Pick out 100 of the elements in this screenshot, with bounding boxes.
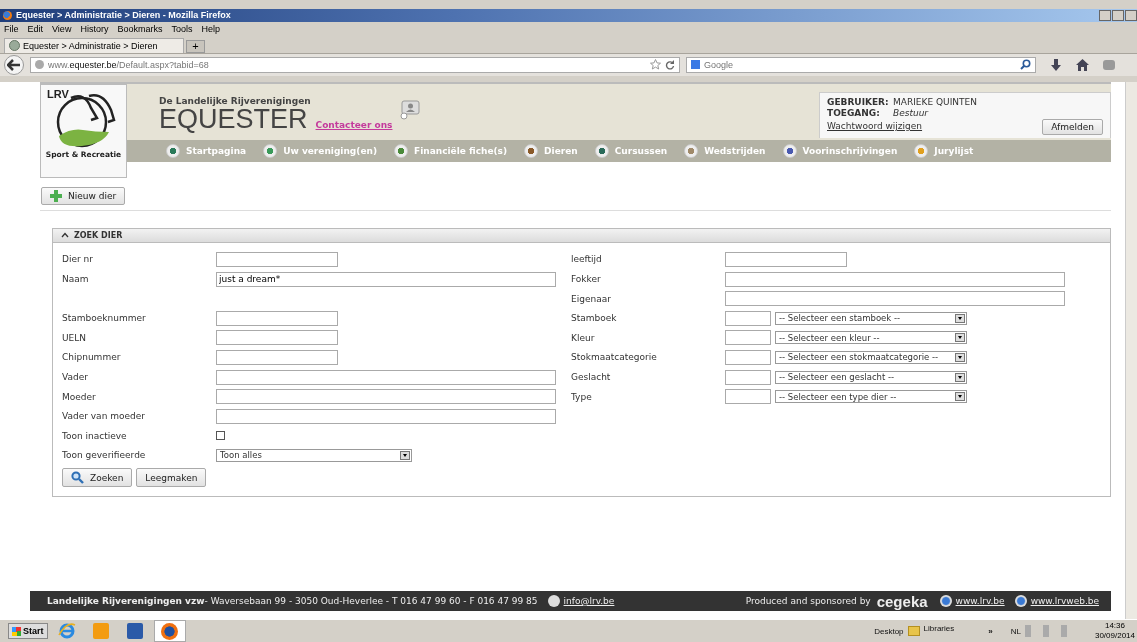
input-field[interactable] bbox=[216, 349, 338, 365]
field-label: Chipnummer bbox=[62, 352, 122, 363]
dropdown[interactable]: -- Selecteer een type dier -- bbox=[775, 390, 967, 404]
minimize-button[interactable] bbox=[1099, 9, 1111, 21]
logout-button[interactable]: Afmelden bbox=[1042, 118, 1103, 135]
input-field[interactable] bbox=[725, 252, 847, 267]
firefox-icon bbox=[3, 10, 12, 20]
address-bar[interactable]: www.equester.be/Default.aspx?tabid=68 bbox=[30, 56, 680, 73]
field-label: Fokker bbox=[571, 274, 602, 285]
menu-item[interactable]: History bbox=[80, 23, 109, 35]
code-input-field[interactable] bbox=[725, 369, 771, 385]
dropdown[interactable]: -- Selecteer een geslacht -- bbox=[775, 370, 967, 384]
more-button[interactable]: » bbox=[988, 626, 993, 636]
field-label: Toon geverifieerde bbox=[62, 450, 147, 461]
favicon-icon bbox=[9, 40, 20, 52]
search-field[interactable]: Google bbox=[686, 56, 1036, 73]
input-field[interactable] bbox=[725, 271, 1065, 287]
back-button[interactable] bbox=[4, 54, 24, 75]
field-label: Type bbox=[571, 391, 593, 402]
field-label: Stokmaatcategorie bbox=[571, 352, 658, 363]
code-input-field[interactable] bbox=[725, 330, 771, 346]
dropdown[interactable]: -- Selecteer een stamboek -- bbox=[775, 311, 967, 325]
code-input-field[interactable] bbox=[725, 310, 771, 326]
code-input-field[interactable] bbox=[725, 389, 771, 405]
website-link[interactable]: www.lrv.be bbox=[955, 596, 1005, 606]
input-field[interactable] bbox=[216, 389, 556, 405]
new-animal-button[interactable]: Nieuw dier bbox=[41, 186, 126, 205]
reload-icon[interactable] bbox=[665, 59, 675, 70]
libraries-link[interactable]: Libraries bbox=[923, 623, 955, 633]
email-link[interactable]: info@lrv.be bbox=[563, 596, 615, 606]
input-field[interactable] bbox=[216, 252, 338, 267]
website-link[interactable]: www.lrvweb.be bbox=[1030, 596, 1099, 606]
access-label: TOEGANG: bbox=[827, 107, 881, 119]
window-title: Equester > Administratie > Dieren - Mozilla Firefox bbox=[16, 10, 231, 21]
change-password-link[interactable]: Wachtwoord wijzigen bbox=[827, 121, 923, 133]
panel-header[interactable]: ZOEK DIER bbox=[53, 228, 1110, 243]
logo-title: LRV bbox=[47, 87, 69, 100]
field-label: Vader van moeder bbox=[62, 411, 146, 422]
sponsor-logo: cegeka bbox=[876, 592, 928, 610]
checkbox[interactable] bbox=[216, 431, 225, 441]
user-name: MARIEKE QUINTEN bbox=[893, 96, 977, 108]
search-button[interactable]: Zoeken bbox=[62, 468, 133, 488]
organization-name: De Landelijke Rijverenigingen bbox=[159, 95, 312, 106]
field-label: Stamboek bbox=[571, 313, 618, 324]
google-icon bbox=[691, 60, 700, 70]
field-label: leeftijd bbox=[571, 254, 603, 265]
field-label: Toon inactieve bbox=[62, 430, 128, 441]
dropdown[interactable]: -- Selecteer een stokmaatcategorie -- bbox=[775, 350, 967, 364]
input-field[interactable] bbox=[216, 369, 556, 385]
footer-address: - Waversebaan 99 - 3050 Oud-Heverlee - T 016 47 99 60 - F 016 47 99 85 bbox=[204, 596, 538, 606]
clock-time: 14:36 bbox=[1104, 621, 1125, 631]
firefox-taskbar-icon[interactable] bbox=[153, 620, 186, 642]
caret-icon bbox=[61, 232, 69, 239]
close-button[interactable] bbox=[1125, 9, 1137, 21]
search-icon[interactable] bbox=[1020, 59, 1031, 71]
magnifier-icon bbox=[71, 471, 84, 485]
footer-organization: Landelijke Rijverenigingen vzw bbox=[47, 596, 205, 606]
input-field[interactable]: just a dream* bbox=[216, 271, 556, 287]
input-field[interactable] bbox=[725, 291, 1065, 307]
field-label: Dier nr bbox=[62, 254, 94, 265]
clock-date: 30/09/2014 bbox=[1094, 631, 1135, 641]
menu-item[interactable]: Edit bbox=[27, 23, 44, 35]
download-icon[interactable] bbox=[1050, 58, 1062, 71]
menu-item[interactable]: Bookmarks bbox=[117, 23, 163, 35]
field-label: UELN bbox=[62, 332, 88, 343]
field-label: Kleur bbox=[571, 332, 596, 343]
contact-link[interactable]: Contacteer ons bbox=[315, 119, 393, 130]
menu-item[interactable]: Help bbox=[201, 23, 220, 35]
home-icon[interactable] bbox=[1076, 58, 1089, 71]
desktop-toolbar-label[interactable]: Desktop bbox=[874, 626, 904, 636]
field-label: Stamboeknummer bbox=[62, 313, 147, 324]
user-label: GEBRUIKER: bbox=[827, 96, 887, 108]
menu-item[interactable]: File bbox=[4, 23, 19, 35]
new-tab-button[interactable]: + bbox=[186, 39, 205, 53]
panel-title: ZOEK DIER bbox=[74, 230, 123, 240]
scrollbar[interactable] bbox=[1125, 81, 1137, 619]
windows-logo-icon bbox=[12, 626, 21, 636]
input-field[interactable] bbox=[216, 310, 338, 326]
restore-button[interactable] bbox=[1112, 9, 1124, 21]
code-input-field[interactable] bbox=[725, 349, 771, 365]
dropdown[interactable]: Toon alles bbox=[216, 448, 412, 462]
input-field[interactable] bbox=[216, 408, 556, 424]
start-button[interactable]: Start bbox=[8, 623, 48, 639]
language-indicator[interactable]: NL bbox=[1010, 626, 1021, 636]
field-label: Naam bbox=[62, 274, 90, 285]
field-label: Eigenaar bbox=[571, 293, 612, 304]
app-title: EQUESTER bbox=[159, 105, 308, 132]
menu-item[interactable]: Tools bbox=[171, 23, 193, 35]
contact-person-icon bbox=[400, 99, 421, 120]
clear-button[interactable]: Leegmaken bbox=[136, 468, 207, 488]
folder-icon bbox=[907, 626, 920, 636]
sponsor-text: Produced and sponsored by bbox=[745, 596, 871, 606]
dropdown[interactable]: -- Selecteer een kleur -- bbox=[775, 331, 967, 345]
field-label: Moeder bbox=[62, 391, 97, 402]
field-label: Geslacht bbox=[571, 372, 612, 383]
input-field[interactable] bbox=[216, 330, 338, 346]
menu-item[interactable]: View bbox=[52, 23, 72, 35]
browser-tab[interactable]: Equester > Administratie > Dieren bbox=[4, 37, 184, 53]
access-level: Bestuur bbox=[893, 107, 929, 119]
star-icon[interactable] bbox=[650, 59, 661, 71]
